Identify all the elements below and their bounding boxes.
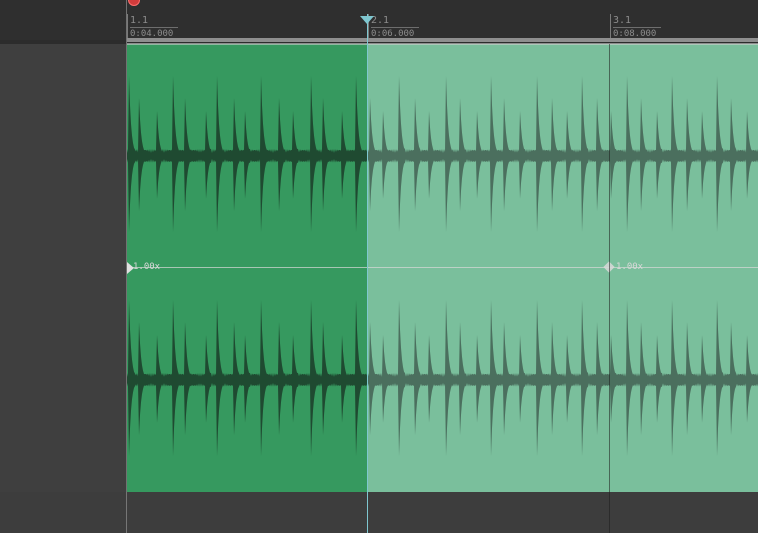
- ruler-bar-label: 1.1: [130, 14, 178, 28]
- ruler-loop-highlight[interactable]: [127, 38, 758, 42]
- arrange-view[interactable]: 1.1 0:04.000 2.1 0:06.000 3.1 0:08.000 1…: [0, 0, 758, 533]
- edit-cursor-line: [367, 14, 368, 533]
- ruler-bar-label: 2.1: [371, 14, 419, 28]
- waveform-selected-segment: [127, 76, 368, 232]
- playrate-envelope-line[interactable]: [127, 267, 758, 268]
- timeline-ruler[interactable]: 1.1 0:04.000 2.1 0:06.000 3.1 0:08.000: [0, 0, 758, 42]
- empty-track-lane[interactable]: [0, 492, 758, 533]
- track-control-panel[interactable]: [0, 44, 126, 492]
- waveform-segment: [368, 76, 758, 232]
- waveform-left-channel: [127, 76, 758, 232]
- edit-cursor-icon[interactable]: [360, 16, 374, 24]
- track-panel-divider[interactable]: [126, 0, 127, 533]
- bar-line: [609, 44, 610, 533]
- waveform-right-channel: [127, 300, 758, 456]
- waveform-selected-segment: [127, 300, 368, 456]
- ruler-tick: [610, 14, 611, 40]
- playrate-label: 1.00x: [133, 262, 161, 272]
- ruler-bar-label: 3.1: [613, 14, 661, 28]
- waveform-segment: [368, 300, 758, 456]
- ruler-tick: [127, 14, 128, 40]
- playrate-label: 1.00x: [616, 262, 644, 272]
